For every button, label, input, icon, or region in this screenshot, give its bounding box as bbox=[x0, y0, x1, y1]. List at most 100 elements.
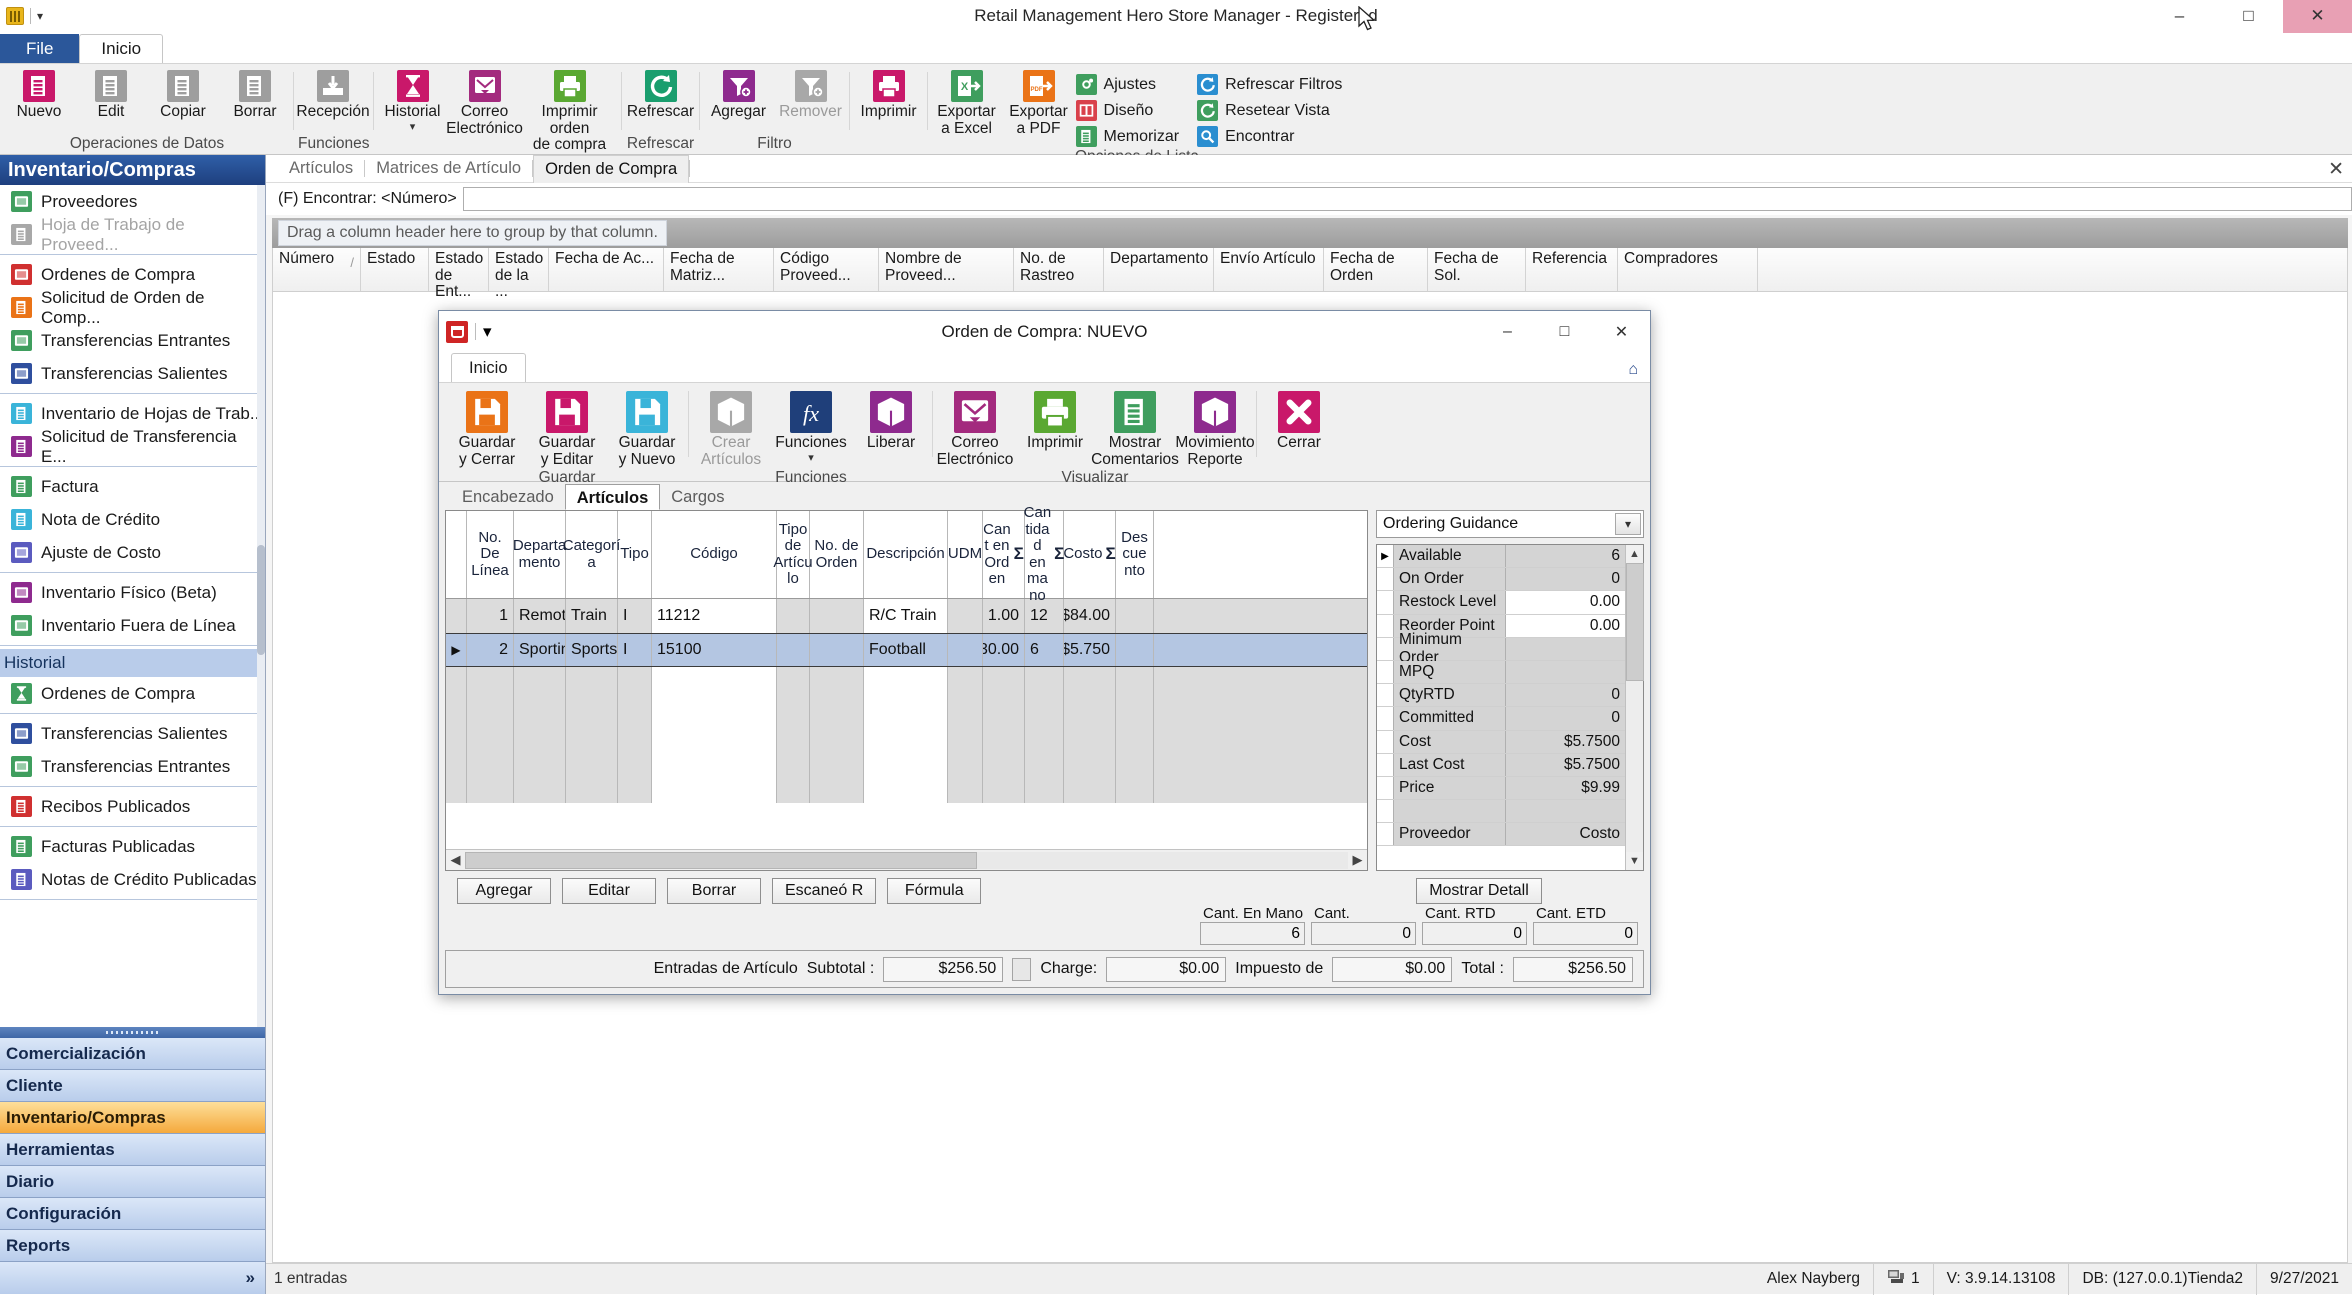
line-item-cell[interactable]: 30.00 bbox=[983, 634, 1025, 666]
sidebar-item-inventario-f-sico-beta[interactable]: Inventario Físico (Beta) bbox=[0, 576, 265, 609]
item-column-costo[interactable]: CostoΣ bbox=[1064, 511, 1116, 598]
guidance-value[interactable]: 0.00 bbox=[1506, 591, 1625, 613]
item-column-categor-a[interactable]: Categorí a bbox=[566, 511, 618, 598]
close-tab-icon[interactable]: ✕ bbox=[2328, 158, 2344, 181]
sidebar-nav-herramientas[interactable]: Herramientas bbox=[0, 1134, 265, 1166]
line-item-cell[interactable] bbox=[864, 667, 948, 701]
ribbon-button-historial[interactable]: Historial▾ bbox=[378, 68, 448, 131]
item-column-no-deorden[interactable]: No. de Orden bbox=[810, 511, 864, 598]
guidance-row[interactable]: ▶Available6 bbox=[1377, 545, 1625, 568]
line-item-cell[interactable] bbox=[618, 735, 652, 769]
grid-column-fecha-de-orden[interactable]: Fecha de Orden bbox=[1324, 248, 1428, 291]
guidance-row[interactable]: Committed0 bbox=[1377, 707, 1625, 730]
sidebar-item-nota-de-cr-dito[interactable]: Nota de Crédito bbox=[0, 503, 265, 536]
sidebar-item-ordenes-de-compra[interactable]: Ordenes de Compra bbox=[0, 677, 265, 710]
ribbon-button-funciones[interactable]: fxFunciones▾ bbox=[773, 389, 849, 462]
list-option-dise-o[interactable]: Diseño bbox=[1076, 100, 1180, 121]
chevron-down-icon[interactable]: ▾ bbox=[808, 454, 814, 462]
scroll-left-icon[interactable]: ◀ bbox=[446, 852, 465, 868]
find-input[interactable] bbox=[463, 187, 2352, 211]
list-option-ajustes[interactable]: Ajustes bbox=[1076, 74, 1180, 95]
sidebar-nav-reports[interactable]: Reports bbox=[0, 1230, 265, 1262]
grid-column-nombre-de-proveed[interactable]: Nombre de Proveed... bbox=[879, 248, 1014, 291]
scroll-up-icon[interactable]: ▲ bbox=[1626, 545, 1643, 563]
grid-column-fecha-de-ac[interactable]: Fecha de Ac... bbox=[549, 248, 664, 291]
line-item-cell[interactable]: 2 bbox=[467, 634, 514, 666]
line-item-cell[interactable]: I bbox=[618, 599, 652, 633]
ribbon-button-cerrar[interactable]: Cerrar bbox=[1261, 389, 1337, 452]
line-item-cell[interactable] bbox=[1116, 599, 1154, 633]
tab-inicio[interactable]: Inicio bbox=[79, 34, 163, 63]
sidebar-nav-configuraci-n[interactable]: Configuración bbox=[0, 1198, 265, 1230]
grid-column-compradores[interactable]: Compradores bbox=[1618, 248, 1758, 291]
charge-value[interactable]: $0.00 bbox=[1106, 957, 1226, 982]
grid-column-fecha-de-sol[interactable]: Fecha de Sol. bbox=[1428, 248, 1526, 291]
line-item-cell[interactable] bbox=[948, 634, 983, 666]
ribbon-button-imprimir[interactable]: Imprimir bbox=[1017, 389, 1093, 452]
line-item-cell[interactable] bbox=[810, 735, 864, 769]
ribbon-button-guardar-y-nuevo[interactable]: Guardar y Nuevo bbox=[609, 389, 685, 468]
line-item-cell[interactable] bbox=[777, 701, 810, 735]
line-item-cell[interactable] bbox=[1064, 769, 1116, 803]
line-item-cell[interactable] bbox=[1116, 769, 1154, 803]
line-item-cell[interactable] bbox=[983, 667, 1025, 701]
item-column-descuento[interactable]: Des cue nto bbox=[1116, 511, 1154, 598]
guidance-row[interactable]: ProveedorCosto bbox=[1377, 823, 1625, 846]
chevron-down-icon[interactable]: ▾ bbox=[483, 322, 492, 342]
grid-column-referencia[interactable]: Referencia bbox=[1526, 248, 1618, 291]
line-item-cell[interactable] bbox=[1116, 735, 1154, 769]
line-item-empty-row[interactable] bbox=[446, 769, 1367, 803]
line-item-cell[interactable]: 1 bbox=[467, 599, 514, 633]
sidebar-item-recibos-publicados[interactable]: Recibos Publicados bbox=[0, 790, 265, 823]
line-item-cell[interactable] bbox=[652, 667, 777, 701]
scroll-track[interactable] bbox=[465, 852, 1348, 869]
line-item-cell[interactable] bbox=[948, 735, 983, 769]
line-item-cell[interactable]: 6 bbox=[1025, 634, 1064, 666]
ribbon-button-exportar-a-excel[interactable]: XExportar a Excel bbox=[932, 68, 1002, 137]
ribbon-button-mostrar-comentarios[interactable]: Mostrar Comentarios bbox=[1097, 389, 1173, 468]
guidance-row[interactable]: MPQ bbox=[1377, 661, 1625, 684]
ribbon-button-refrescar[interactable]: Refrescar bbox=[626, 68, 696, 121]
sidebar-nav-cliente[interactable]: Cliente bbox=[0, 1070, 265, 1102]
guidance-row[interactable]: Restock Level0.00 bbox=[1377, 591, 1625, 614]
item-column-tipo[interactable]: Tipo bbox=[618, 511, 652, 598]
minimize-button[interactable]: – bbox=[2145, 0, 2214, 33]
ribbon-button-liberar[interactable]: Liberar bbox=[853, 389, 929, 452]
grid-column-env-o-art-culo[interactable]: Envío Artículo bbox=[1214, 248, 1324, 291]
line-item-cell[interactable] bbox=[948, 599, 983, 633]
line-item-cell[interactable] bbox=[810, 701, 864, 735]
sidebar-expand-button[interactable]: » bbox=[0, 1262, 265, 1294]
line-item-escane-r-button[interactable]: Escaneó R bbox=[772, 878, 876, 904]
ribbon-button-guardar-y-cerrar[interactable]: Guardar y Cerrar bbox=[449, 389, 525, 468]
grid-column-estado-de-ent[interactable]: Estado de Ent... bbox=[429, 248, 489, 291]
line-item-cell[interactable] bbox=[652, 701, 777, 735]
line-item-cell[interactable] bbox=[777, 769, 810, 803]
line-item-cell[interactable] bbox=[983, 769, 1025, 803]
sidebar-item-solicitud-de-transferencia-e[interactable]: Solicitud de Transferencia E... bbox=[0, 430, 265, 463]
grid-column-c-digo-proveed[interactable]: Código Proveed... bbox=[774, 248, 879, 291]
line-items-horizontal-scrollbar[interactable]: ◀ ▶ bbox=[446, 849, 1367, 870]
line-item-cell[interactable]: R/C Train bbox=[864, 599, 948, 633]
sidebar-item-solicitud-de-orden-de-comp[interactable]: Solicitud de Orden de Comp... bbox=[0, 291, 265, 324]
guidance-row[interactable]: On Order0 bbox=[1377, 568, 1625, 591]
line-item-cell[interactable] bbox=[864, 769, 948, 803]
grid-column-departamento[interactable]: Departamento bbox=[1104, 248, 1214, 291]
line-item-cell[interactable] bbox=[514, 667, 566, 701]
list-option-memorizar[interactable]: Memorizar bbox=[1076, 126, 1180, 147]
line-item-cell[interactable] bbox=[566, 735, 618, 769]
line-item-cell[interactable] bbox=[810, 634, 864, 666]
chevron-down-icon[interactable]: ▾ bbox=[1615, 513, 1641, 535]
ribbon-button-correo-electr-nico[interactable]: Correo Electrónico bbox=[450, 68, 520, 137]
line-item-cell[interactable]: Football bbox=[864, 634, 948, 666]
line-item-cell[interactable] bbox=[1064, 667, 1116, 701]
line-item-cell[interactable] bbox=[1064, 735, 1116, 769]
line-item-cell[interactable] bbox=[864, 701, 948, 735]
line-item-cell[interactable] bbox=[810, 667, 864, 701]
ribbon-button-agregar[interactable]: Agregar bbox=[704, 68, 774, 121]
sidebar-item-notas-de-cr-dito-publicadas[interactable]: Notas de Crédito Publicadas bbox=[0, 863, 265, 896]
list-option-resetear-vista[interactable]: Resetear Vista bbox=[1197, 100, 1342, 121]
sidebar-item-list[interactable]: ProveedoresHoja de Trabajo de Proveed...… bbox=[0, 185, 265, 1027]
scroll-track[interactable] bbox=[1626, 563, 1643, 852]
line-item-f-rmula-button[interactable]: Fórmula bbox=[887, 878, 981, 904]
doc-tab-articulos[interactable]: Artículos bbox=[278, 155, 364, 182]
